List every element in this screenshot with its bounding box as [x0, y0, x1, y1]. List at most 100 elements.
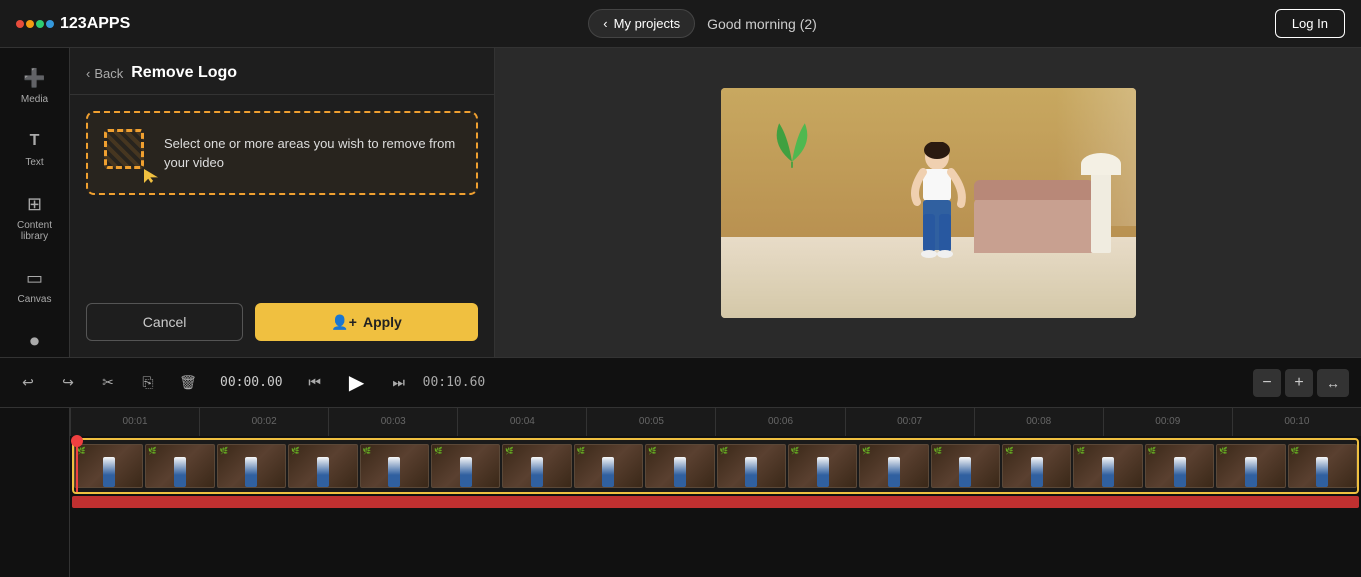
- sidebar: ➕ Media T Text ⊞ Content library ▭ Canva…: [0, 48, 70, 357]
- fit-to-window-button[interactable]: ↔: [1317, 369, 1349, 397]
- zoom-in-button[interactable]: +: [1285, 369, 1313, 397]
- greeting-text: Good morning (2): [707, 16, 817, 32]
- track-frame: 🌿: [931, 444, 1000, 488]
- cancel-button[interactable]: Cancel: [86, 303, 243, 341]
- track-frame: 🌿: [217, 444, 286, 488]
- ruler-mark: 00:02: [199, 408, 328, 436]
- track-frame: 🌿: [1002, 444, 1071, 488]
- logo-dot-red: [16, 20, 24, 28]
- apply-button[interactable]: 👤+ Apply: [255, 303, 478, 341]
- ruler-mark: 00:03: [328, 408, 457, 436]
- media-icon: ➕: [23, 66, 47, 90]
- room-scene: [721, 88, 1136, 318]
- sidebar-item-label: Canvas: [18, 294, 52, 305]
- rewind-button[interactable]: ⏮: [299, 367, 331, 399]
- ruler-mark: 00:06: [715, 408, 844, 436]
- chevron-left-icon: ‹: [603, 16, 607, 31]
- topbar-center: ‹ My projects Good morning (2): [588, 9, 817, 38]
- sidebar-item-text[interactable]: T Text: [5, 119, 65, 178]
- timeline-zoom-controls: − + ↔: [1253, 369, 1349, 397]
- text-icon: T: [23, 129, 47, 153]
- timeline-controls: ↩ ↪ ✂ ⎘ 🗑 00:00.00 ⏮ ▶ ⏭ 00:10.60 − + ↔: [0, 358, 1361, 408]
- ruler-mark: 00:09: [1103, 408, 1232, 436]
- delete-button[interactable]: 🗑: [172, 367, 204, 399]
- sidebar-item-label: Text: [25, 157, 43, 168]
- track-frame: 🌿: [1288, 444, 1357, 488]
- panel-body: Select one or more areas you wish to rem…: [70, 95, 494, 303]
- track-frame: 🌿: [574, 444, 643, 488]
- lamp-shade: [1081, 153, 1121, 175]
- track-frame: 🌿: [1073, 444, 1142, 488]
- video-preview: [721, 88, 1136, 318]
- logo-dot-orange: [26, 20, 34, 28]
- apply-icon: 👤+: [331, 314, 357, 331]
- ruler-marks: 00:01 00:02 00:03 00:04 00:05 00:06 00:0…: [70, 408, 1361, 436]
- record-icon: ⏺: [23, 329, 47, 353]
- ruler-mark: 00:08: [974, 408, 1103, 436]
- ruler-mark: 00:04: [457, 408, 586, 436]
- track-frame: 🌿: [1216, 444, 1285, 488]
- remove-logo-panel: ‹ Back Remove Logo Select one or more ar…: [70, 48, 495, 357]
- ruler-mark: 00:05: [586, 408, 715, 436]
- person-svg: [907, 142, 967, 272]
- topbar: 123APPS ‹ My projects Good morning (2) L…: [0, 0, 1361, 48]
- track-frame: 🌿: [288, 444, 357, 488]
- back-button[interactable]: ‹ Back: [86, 66, 123, 81]
- play-button[interactable]: ▶: [339, 365, 375, 401]
- timeline-section: ↩ ↪ ✂ ⎘ 🗑 00:00.00 ⏮ ▶ ⏭ 00:10.60 − + ↔ …: [0, 357, 1361, 577]
- track-frame: 🌿: [788, 444, 857, 488]
- ruler-mark: 00:01: [70, 408, 199, 436]
- back-label: Back: [94, 66, 123, 81]
- undo-button[interactable]: ↩: [12, 367, 44, 399]
- ruler-mark: 00:07: [845, 408, 974, 436]
- track-frame: 🌿: [1145, 444, 1214, 488]
- sidebar-item-canvas[interactable]: ▭ Canvas: [5, 256, 65, 315]
- sofa-back: [974, 180, 1094, 200]
- sofa: [974, 198, 1094, 253]
- logo-dots: [16, 20, 54, 28]
- fast-forward-button[interactable]: ⏭: [383, 367, 415, 399]
- redo-button[interactable]: ↪: [52, 367, 84, 399]
- canvas-icon: ▭: [23, 266, 47, 290]
- track-labels: [0, 408, 70, 577]
- logo-text: 123APPS: [60, 15, 130, 33]
- logo-dot-blue: [46, 20, 54, 28]
- track-frame: 🌿: [431, 444, 500, 488]
- content-library-icon: ⊞: [23, 192, 47, 216]
- chevron-left-icon: ‹: [86, 66, 90, 81]
- ruler-mark: 00:10: [1232, 408, 1361, 436]
- panel-title: Remove Logo: [131, 64, 237, 82]
- current-time: 00:00.00: [220, 375, 283, 390]
- cut-button[interactable]: ✂: [92, 367, 124, 399]
- sidebar-item-content-library[interactable]: ⊞ Content library: [5, 182, 65, 252]
- my-projects-button[interactable]: ‹ My projects: [588, 9, 695, 38]
- video-track[interactable]: const framesDiv = document.currentScript…: [72, 438, 1359, 494]
- panel-header: ‹ Back Remove Logo: [70, 48, 494, 95]
- zoom-out-button[interactable]: −: [1253, 369, 1281, 397]
- timeline-playhead[interactable]: [76, 440, 78, 492]
- sidebar-item-media[interactable]: ➕ Media: [5, 56, 65, 115]
- copy-button[interactable]: ⎘: [132, 367, 164, 399]
- logo-overlay: [762, 115, 822, 170]
- timeline-ruler: 00:01 00:02 00:03 00:04 00:05 00:06 00:0…: [70, 408, 1361, 436]
- main-area: ➕ Media T Text ⊞ Content library ▭ Canva…: [0, 48, 1361, 357]
- sidebar-item-label: Content library: [11, 220, 59, 242]
- panel-actions: Cancel 👤+ Apply: [70, 303, 494, 357]
- track-frame: 🌿: [717, 444, 786, 488]
- my-projects-label: My projects: [614, 16, 680, 31]
- login-button[interactable]: Log In: [1275, 9, 1345, 38]
- track-frame: 🌿: [74, 444, 143, 488]
- lamp: [1091, 173, 1111, 253]
- instruction-text: Select one or more areas you wish to rem…: [164, 134, 460, 173]
- track-frame: 🌿: [145, 444, 214, 488]
- apply-label: Apply: [363, 314, 402, 330]
- track-frame: 🌿: [360, 444, 429, 488]
- logo-dot-green: [36, 20, 44, 28]
- leaf-logo-svg: [762, 110, 822, 175]
- video-frames: const framesDiv = document.currentScript…: [74, 444, 1357, 488]
- track-frame: 🌿: [859, 444, 928, 488]
- total-time: 00:10.60: [423, 375, 486, 390]
- sidebar-item-label: Media: [21, 94, 48, 105]
- track-area: 00:01 00:02 00:03 00:04 00:05 00:06 00:0…: [70, 408, 1361, 577]
- sidebar-item-record[interactable]: ⏺ Record: [5, 319, 65, 357]
